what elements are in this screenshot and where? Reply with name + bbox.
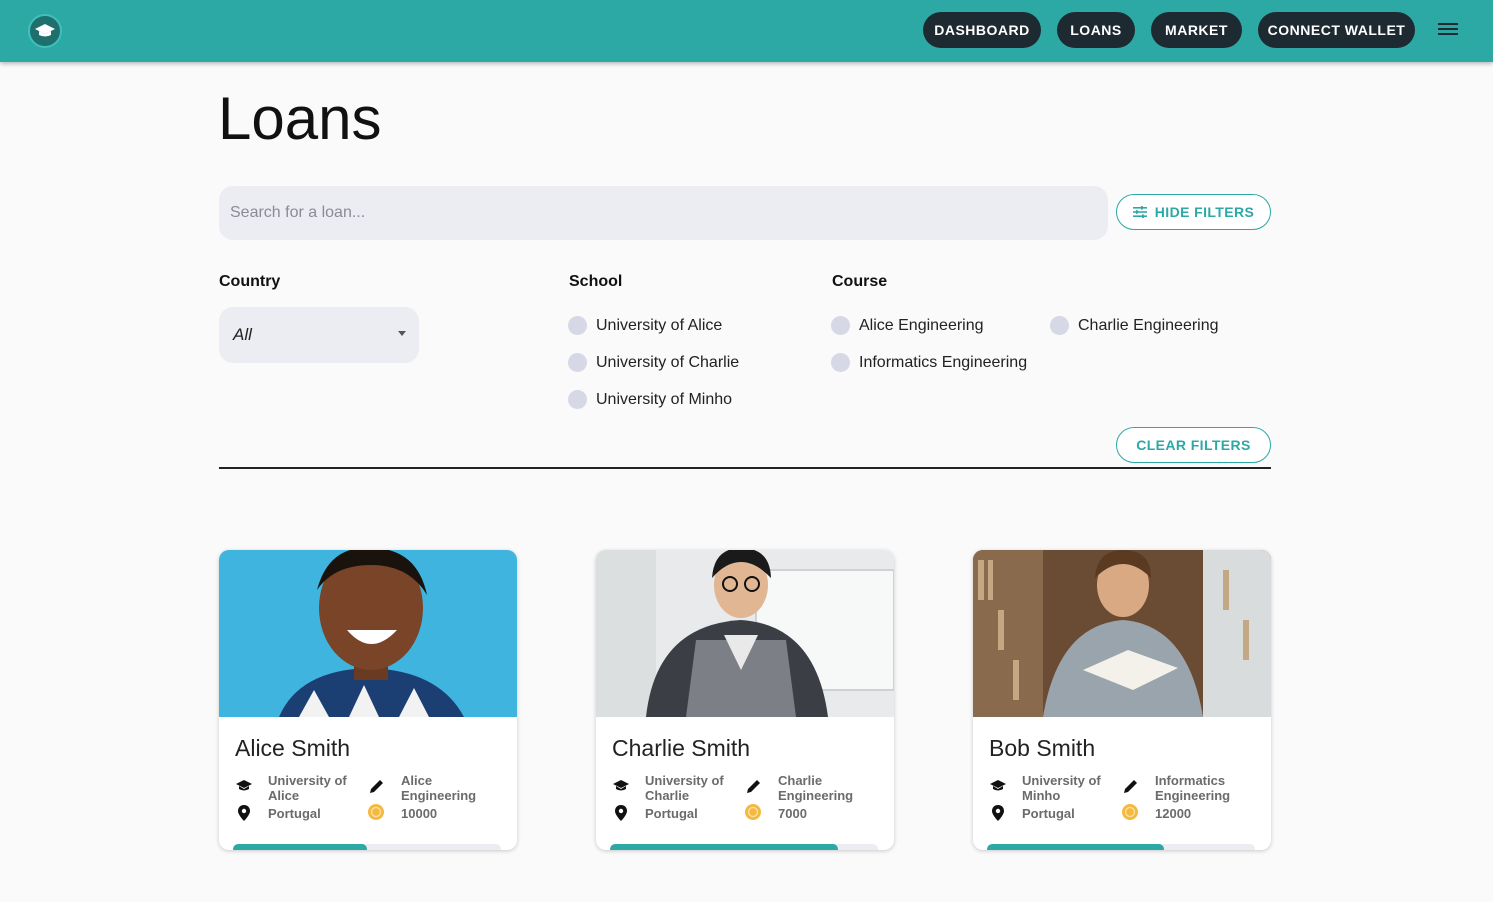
hide-filters-label: HIDE FILTERS: [1154, 204, 1255, 220]
school-option-charlie[interactable]: University of Charlie: [568, 353, 739, 372]
country-name: Portugal: [645, 806, 698, 821]
funding-progress-fill: [987, 844, 1164, 850]
nav-loans-button[interactable]: LOANS: [1057, 12, 1135, 48]
course-filter-heading: Course: [832, 273, 888, 290]
school-filter-heading: School: [569, 273, 623, 290]
radio-dot-icon: [568, 353, 587, 372]
student-name: Alice Smith: [235, 735, 351, 761]
pencil-icon: [370, 780, 383, 793]
loan-card-alice[interactable]: Alice Smith University of Alice Portugal…: [219, 550, 517, 850]
pencil-icon: [1124, 780, 1137, 793]
search-input[interactable]: [219, 186, 1108, 240]
radio-dot-icon: [831, 353, 850, 372]
country-select-value: All: [233, 325, 252, 344]
location-pin-icon: [992, 805, 1004, 821]
school-option-alice[interactable]: University of Alice: [568, 316, 722, 335]
country-select[interactable]: All: [219, 307, 419, 363]
funding-progress-bar: [233, 844, 501, 850]
radio-dot-icon: [568, 316, 587, 335]
nav-market-button[interactable]: MARKET: [1151, 12, 1242, 48]
course-name: Informatics Engineering: [1155, 773, 1231, 803]
funding-progress-fill: [233, 844, 367, 850]
page-title: Loans: [218, 85, 382, 152]
hamburger-menu-icon[interactable]: [1436, 20, 1460, 40]
school-name: University of Charlie: [645, 773, 724, 803]
section-divider: [219, 467, 1271, 469]
student-name: Bob Smith: [989, 735, 1096, 761]
school-name: University of Minho: [1022, 773, 1101, 803]
clear-filters-button[interactable]: CLEAR FILTERS: [1116, 427, 1271, 463]
school-option-label: University of Alice: [596, 316, 723, 334]
school-cap-icon: [236, 780, 252, 791]
student-photo: [973, 550, 1271, 717]
funding-progress-bar: [987, 844, 1255, 850]
funding-progress-fill: [610, 844, 838, 850]
loan-amount: 7000: [778, 806, 807, 821]
course-name: Alice Engineering: [401, 773, 477, 803]
coin-icon: [745, 804, 761, 820]
top-navbar: DASHBOARD LOANS MARKET CONNECT WALLET: [0, 0, 1493, 62]
filter-sliders-icon: [1132, 206, 1147, 218]
course-option-label: Alice Engineering: [859, 316, 984, 334]
nav-dashboard-button[interactable]: DASHBOARD: [923, 12, 1041, 48]
coin-icon: [1122, 804, 1138, 820]
course-option-charlie-engineering[interactable]: Charlie Engineering: [1050, 316, 1219, 335]
school-option-minho[interactable]: University of Minho: [568, 390, 732, 409]
school-cap-icon: [990, 780, 1006, 791]
radio-dot-icon: [568, 390, 587, 409]
coin-icon: [368, 804, 384, 820]
country-name: Portugal: [268, 806, 321, 821]
course-option-label: Charlie Engineering: [1078, 316, 1219, 334]
school-cap-icon: [613, 780, 629, 791]
radio-dot-icon: [831, 316, 850, 335]
course-option-label: Informatics Engineering: [859, 353, 1028, 371]
course-option-alice-engineering[interactable]: Alice Engineering: [831, 316, 984, 335]
school-option-label: University of Charlie: [596, 353, 740, 371]
student-photo: [219, 550, 517, 717]
pencil-icon: [747, 780, 760, 793]
course-name: Charlie Engineering: [778, 773, 854, 803]
funding-progress-bar: [610, 844, 878, 850]
course-option-informatics-engineering[interactable]: Informatics Engineering: [831, 353, 1027, 372]
hide-filters-button[interactable]: HIDE FILTERS: [1116, 194, 1271, 230]
student-name: Charlie Smith: [612, 735, 751, 761]
location-pin-icon: [615, 805, 627, 821]
loan-card-bob[interactable]: Bob Smith University of Minho Portugal I…: [973, 550, 1271, 850]
country-name: Portugal: [1022, 806, 1075, 821]
radio-dot-icon: [1050, 316, 1069, 335]
country-filter-heading: Country: [219, 273, 281, 290]
graduation-cap-logo[interactable]: [28, 14, 62, 48]
student-photo: [596, 550, 894, 717]
loan-amount: 12000: [1155, 806, 1192, 821]
location-pin-icon: [238, 805, 250, 821]
school-name: University of Alice: [268, 773, 347, 803]
dropdown-caret-icon: [398, 331, 406, 336]
connect-wallet-button[interactable]: CONNECT WALLET: [1258, 12, 1415, 48]
loan-card-charlie[interactable]: Charlie Smith University of Charlie Port…: [596, 550, 894, 850]
loan-amount: 10000: [401, 806, 438, 821]
school-option-label: University of Minho: [596, 390, 733, 408]
